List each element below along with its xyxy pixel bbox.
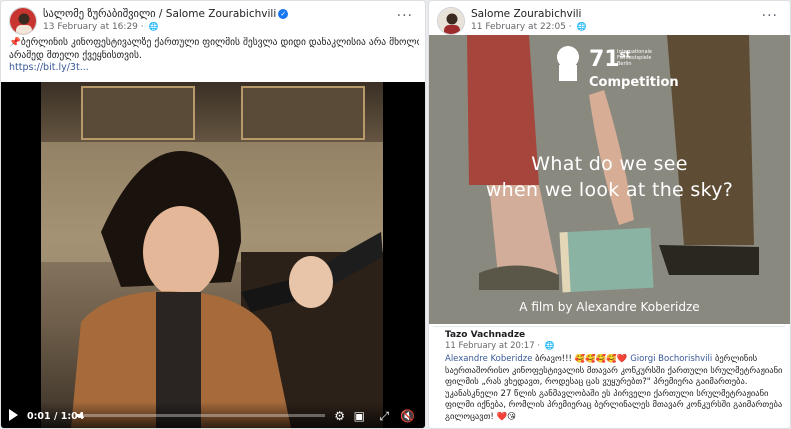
post-card-left: სალომე ზურაბიშვილი / Salome Zourabichvil… [0, 0, 426, 429]
video-time-separator: / [50, 411, 61, 422]
comment-text: Alexandre Koberidze ბრავო!!! 🥰🥰🥰🥰❤️ Gior… [445, 354, 783, 423]
poster-headline-line2: when we look at the sky? [485, 179, 734, 201]
film-poster[interactable]: 71st Internationale Filmfestspiele Berli… [429, 35, 790, 324]
timestamp-text[interactable]: 11 February at 22:05 · [471, 22, 574, 32]
video-time: 0:01 / 1:04 [27, 411, 84, 422]
video-progress-fill [77, 414, 82, 417]
post-card-right: Salome Zourabichvili 11 February at 22:0… [428, 0, 791, 429]
comment-line: ფილმი იქნება, რომლის პრემიერაც ბერლინალე… [445, 400, 783, 410]
avatar[interactable] [437, 7, 465, 35]
comment-divider [433, 326, 785, 327]
comment-line: ფილმის „რას ვხედავთ, როდესაც ცას ვუყურებ… [445, 377, 748, 387]
video-progress-bar[interactable] [77, 414, 325, 417]
play-icon[interactable] [9, 409, 18, 421]
mute-icon[interactable]: 🔇 [400, 409, 415, 423]
comment-line: გილოცავთ! ❤️😘 [445, 411, 516, 422]
settings-icon[interactable]: ⚙ [334, 409, 345, 423]
comment: Tazo Vachnadze 11 February at 20:17 · 🌐 … [433, 326, 785, 426]
festival-name: Internationale Filmfestspiele Berlin [617, 49, 652, 67]
post-author[interactable]: სალომე ზურაბიშვილი / Salome Zourabichvil… [43, 8, 289, 20]
comment-author[interactable]: Tazo Vachnadze [445, 330, 525, 340]
post-text-line: არამედ მთელი ქვეყნისთვის. [9, 49, 142, 61]
fullscreen-icon[interactable]: ⤢ [379, 409, 389, 423]
author-name[interactable]: სალომე ზურაბიშვილი / Salome Zourabichvil… [43, 8, 276, 20]
video-current-time: 0:01 [27, 411, 51, 422]
video-frame [41, 82, 383, 428]
mention-link[interactable]: Alexandre Koberidze [445, 354, 532, 364]
video-player[interactable]: 0:01 / 1:04 ⚙ ▣ ⤢ 🔇 [1, 82, 425, 428]
competition-label: Competition [589, 75, 679, 90]
poster-credit: A film by Alexandre Koberidze [519, 300, 700, 314]
globe-icon: 🌐 [544, 341, 555, 350]
post-header: Salome Zourabichvili 11 February at 22:0… [437, 7, 782, 35]
post-text-line: 📌ბერლინის კინოფესტივალზე ქართული ფილმის … [9, 37, 419, 48]
more-options-icon[interactable]: ··· [762, 9, 778, 23]
avatar[interactable] [9, 7, 37, 35]
globe-icon: 🌐 [576, 22, 587, 31]
post-link[interactable]: https://bit.ly/3t... [9, 62, 89, 73]
competition-number-value: 71 [589, 47, 620, 72]
post-author[interactable]: Salome Zourabichvili [471, 8, 581, 20]
post-header: სალომე ზურაბიშვილი / Salome Zourabichvil… [9, 7, 417, 35]
comment-timestamp-text[interactable]: 11 February at 20:17 · [445, 341, 543, 351]
poster-headline-line1: What do we see [531, 153, 688, 175]
post-timestamp[interactable]: 13 February at 16:29 · 🌐 [43, 22, 158, 32]
comment-line: Alexandre Koberidze ბრავო!!! 🥰🥰🥰🥰❤️ Gior… [445, 354, 783, 366]
globe-icon: 🌐 [148, 22, 159, 31]
comment-line: საერთაშორისო კინოფესტივალის მთავარ კონკუ… [445, 365, 783, 376]
more-options-icon[interactable]: ··· [397, 9, 413, 23]
comment-text-segment: ბრავო!!! 🥰🥰🥰🥰❤️ [532, 354, 631, 364]
mention-link[interactable]: Giorgi Bochorishvili [630, 354, 712, 364]
verified-badge-icon: ✓ [278, 9, 289, 19]
timestamp-text[interactable]: 13 February at 16:29 · [43, 22, 146, 32]
festival-line: Berlin [617, 61, 632, 67]
comment-text-segment: ბერლინის [712, 354, 758, 364]
speaker-figure [41, 142, 383, 428]
post-text: 📌ბერლინის კინოფესტივალზე ქართული ფილმის … [9, 37, 419, 75]
post-timestamp[interactable]: 11 February at 22:05 · 🌐 [471, 22, 586, 32]
pip-icon[interactable]: ▣ [354, 409, 365, 423]
comment-line: უკანასკნელი 27 წლის განმავლობაში ეს პირვ… [445, 388, 769, 399]
video-controls: 0:01 / 1:04 ⚙ ▣ ⤢ 🔇 [1, 402, 425, 428]
comment-timestamp[interactable]: 11 February at 20:17 · 🌐 [445, 341, 555, 351]
